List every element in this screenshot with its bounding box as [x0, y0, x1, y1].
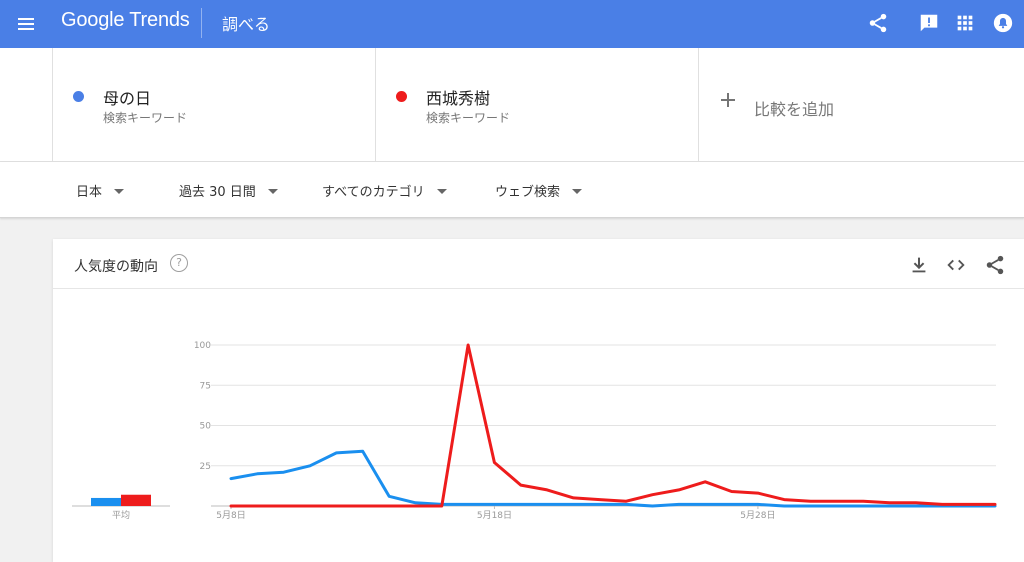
category-dropdown[interactable]: すべてのカテゴリ [322, 181, 447, 200]
y-tick-label: 50 [200, 422, 212, 432]
y-tick-label: 100 [194, 341, 211, 351]
chart-header: 人気度の動向 ? [53, 239, 1024, 289]
x-tick-label: 5月28日 [740, 510, 775, 521]
search-term[interactable]: 西城秀樹 [426, 85, 490, 109]
menu-icon[interactable] [14, 12, 38, 36]
category-value: すべてのカテゴリ [322, 185, 425, 200]
search-term-card[interactable]: 西城秀樹 検索キーワード [376, 48, 699, 161]
region-value: 日本 [76, 185, 103, 200]
chart-title: 人気度の動向 [74, 259, 158, 275]
series-line-1 [229, 449, 997, 508]
app-logo[interactable]: Google Trends [61, 9, 190, 32]
search-term-card[interactable]: 母の日 検索キーワード [52, 48, 376, 161]
interest-over-time-card: 人気度の動向 ? 100 75 50 25 5月8日 5月18日 5月28日 平均 [53, 239, 1024, 562]
region-dropdown[interactable]: 日本 [76, 181, 125, 200]
share-icon[interactable] [867, 12, 889, 34]
search-term-type: 検索キーワード [103, 111, 188, 125]
feedback-icon[interactable] [918, 12, 940, 34]
caret-down-icon [436, 189, 447, 194]
plus-icon [721, 93, 735, 107]
app-header: Google Trends 調べる [0, 0, 1024, 48]
series-color-dot [396, 91, 407, 102]
download-icon[interactable] [908, 254, 930, 276]
series-color-dot [73, 91, 84, 102]
period-dropdown[interactable]: 過去 30 日間 [179, 181, 278, 200]
search-type-value: ウェブ検索 [495, 185, 561, 200]
apps-grid-icon[interactable] [954, 12, 976, 34]
interest-line-chart: 100 75 50 25 5月8日 5月18日 5月28日 平均 [72, 341, 997, 521]
period-value: 過去 30 日間 [179, 185, 256, 200]
caret-down-icon [572, 189, 583, 194]
page-title: 調べる [222, 15, 271, 34]
search-term[interactable]: 母の日 [103, 85, 151, 109]
header-divider [201, 8, 202, 38]
x-tick-label: 5月8日 [216, 510, 245, 521]
notifications-icon[interactable] [992, 12, 1014, 34]
compare-bar: 母の日 検索キーワード 西城秀樹 検索キーワード 比較を追加 [0, 48, 1024, 162]
caret-down-icon [114, 189, 125, 194]
add-comparison-label: 比較を追加 [754, 100, 835, 119]
search-type-dropdown[interactable]: ウェブ検索 [495, 181, 583, 200]
average-bar [91, 497, 121, 506]
y-tick-label: 75 [200, 381, 211, 391]
x-tick-label: 5月18日 [477, 510, 512, 521]
average-label: 平均 [112, 509, 130, 521]
add-comparison-button[interactable]: 比較を追加 [699, 48, 1024, 161]
caret-down-icon [267, 189, 278, 194]
search-term-type: 検索キーワード [426, 111, 511, 125]
share-icon[interactable] [984, 254, 1006, 276]
help-icon[interactable]: ? [170, 254, 188, 272]
embed-code-icon[interactable] [945, 254, 967, 276]
y-tick-label: 25 [200, 462, 211, 472]
filter-bar: 日本 過去 30 日間 すべてのカテゴリ ウェブ検索 [0, 162, 1024, 218]
average-bar [121, 494, 151, 506]
